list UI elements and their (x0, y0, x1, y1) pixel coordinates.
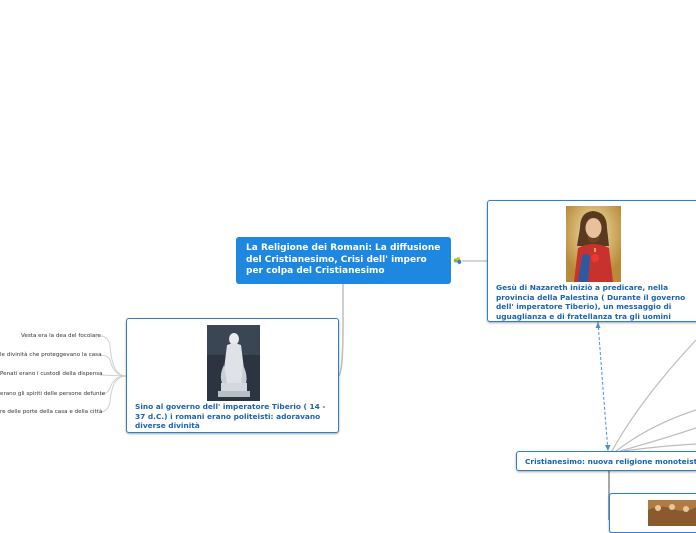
leaf-porte[interactable]: re delle porte della casa e della città (0, 409, 102, 415)
topic-romani-politeisti[interactable]: Sino al governo dell' imperatore Tiberio… (126, 318, 339, 433)
topic-cristianesimo[interactable]: Cristianesimo: nuova religione monoteist… (516, 451, 696, 471)
topic-cristianesimo-text: Cristianesimo: nuova religione monoteist… (525, 457, 696, 466)
topic-gesu-text: Gesù di Nazareth iniziò a predicare, nel… (496, 283, 686, 321)
leaf-spiriti-defunti[interactable]: erano gli spiriti delle persone defunte (0, 391, 105, 397)
leaf-vesta[interactable]: Vesta era la dea del focolare (21, 333, 101, 339)
central-topic[interactable]: La Religione dei Romani: La diffusione d… (236, 237, 451, 284)
topic-romani-text: Sino al governo dell' imperatore Tiberio… (135, 402, 326, 430)
artwork-thumbnail-image (648, 500, 696, 526)
topic-partial-bottom[interactable] (609, 493, 696, 533)
leaf-penati[interactable]: Penati erano i custodi della dispensa (0, 371, 103, 377)
jesus-portrait-image (566, 206, 621, 282)
central-topic-title: La Religione dei Romani: La diffusione d… (246, 243, 441, 276)
topic-gesu[interactable]: Gesù di Nazareth iniziò a predicare, nel… (487, 200, 696, 322)
statue-image (207, 325, 260, 401)
branch-toggle-icon[interactable] (453, 256, 462, 265)
leaf-divinita-casa[interactable]: le divinità che proteggevano la casa (0, 352, 102, 358)
